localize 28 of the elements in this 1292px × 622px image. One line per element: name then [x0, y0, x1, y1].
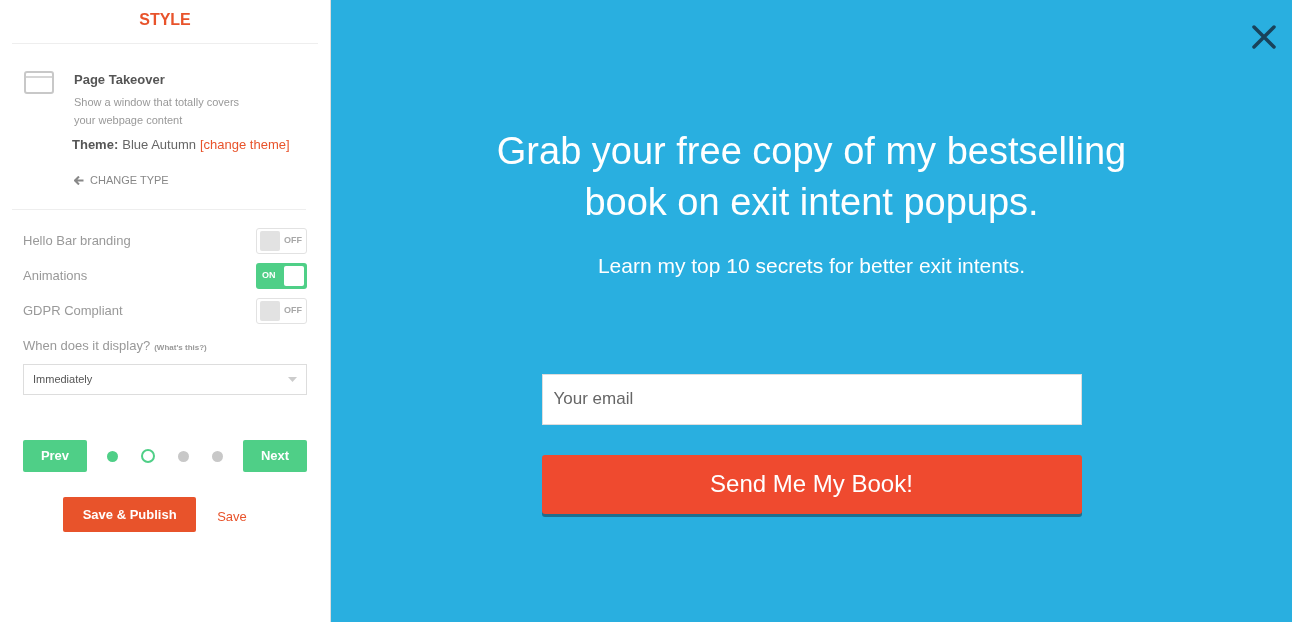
change-type-link[interactable]: CHANGE TYPE — [74, 172, 290, 189]
browser-window-icon — [24, 71, 54, 95]
caret-down-icon — [288, 377, 297, 382]
panel-title: STYLE — [12, 0, 318, 44]
headline: Grab your free copy of my bestselling book on exit intent popups. — [495, 129, 1128, 225]
toggle-label: Animations — [23, 266, 88, 285]
type-description: Show a window that totally covers your webpage content — [74, 94, 241, 128]
toggle-label: Hello Bar branding — [23, 231, 131, 250]
prev-button[interactable]: Prev — [23, 440, 87, 472]
toggle-label: GDPR Compliant — [23, 301, 123, 320]
change-theme-link[interactable]: [change theme] — [199, 134, 290, 154]
toggle-switch[interactable]: OFF — [256, 227, 307, 254]
save-link[interactable]: Save — [217, 506, 247, 527]
help-link[interactable]: (What's this?) — [154, 341, 207, 354]
save-publish-button[interactable]: Save & Publish — [63, 497, 197, 532]
next-button[interactable]: Next — [243, 440, 307, 472]
send-book-button[interactable]: Send Me My Book! — [541, 454, 1082, 514]
display-label: When does it display? — [23, 336, 151, 355]
type-name: Page Takeover — [74, 71, 166, 89]
display-select[interactable]: Immediately — [23, 364, 307, 395]
theme-name: Blue Autumn — [122, 135, 196, 154]
arrow-left-icon — [74, 175, 84, 185]
email-field[interactable]: Your email — [541, 373, 1082, 425]
toggle-switch[interactable]: OFF — [256, 297, 307, 324]
subheadline: Learn my top 10 secrets for better exit intents. — [597, 253, 1026, 279]
theme-label: Theme: — [72, 135, 119, 154]
toggle-switch[interactable]: ON — [256, 262, 307, 289]
close-icon[interactable] — [1252, 25, 1276, 49]
